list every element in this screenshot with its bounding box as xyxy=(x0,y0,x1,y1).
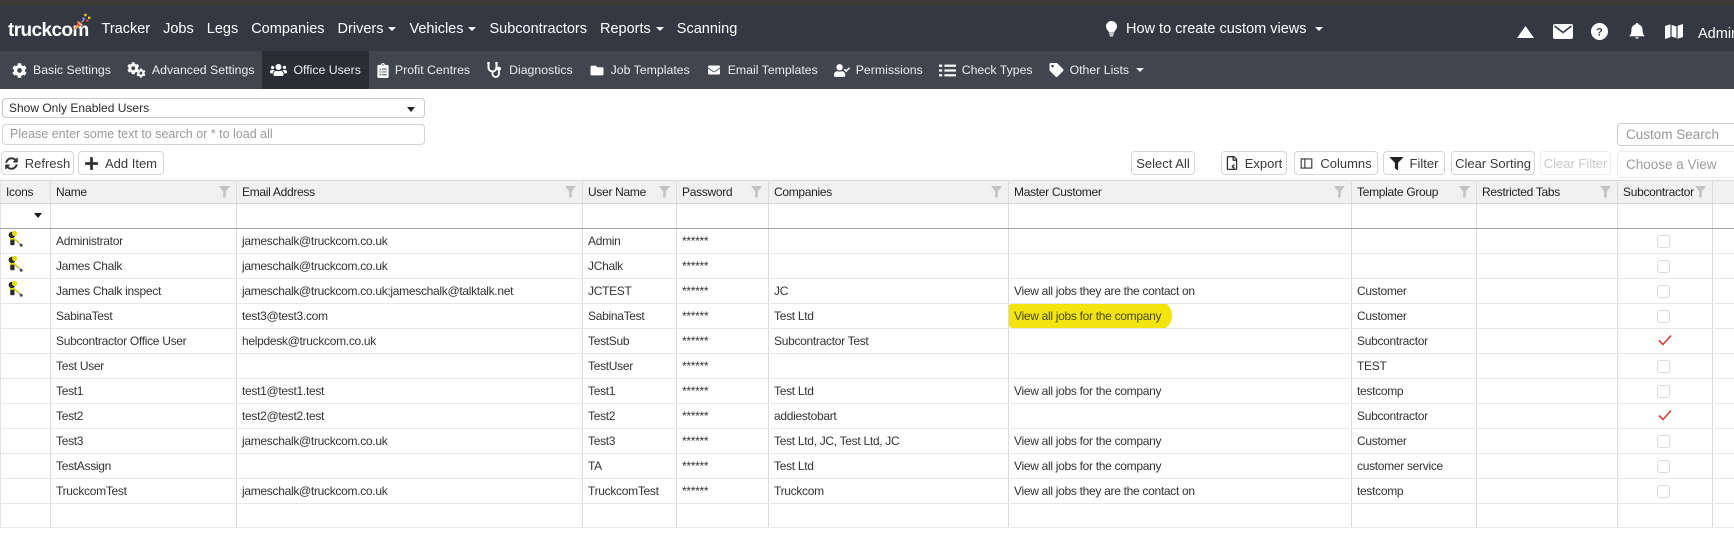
svg-text:?: ? xyxy=(1596,26,1603,38)
